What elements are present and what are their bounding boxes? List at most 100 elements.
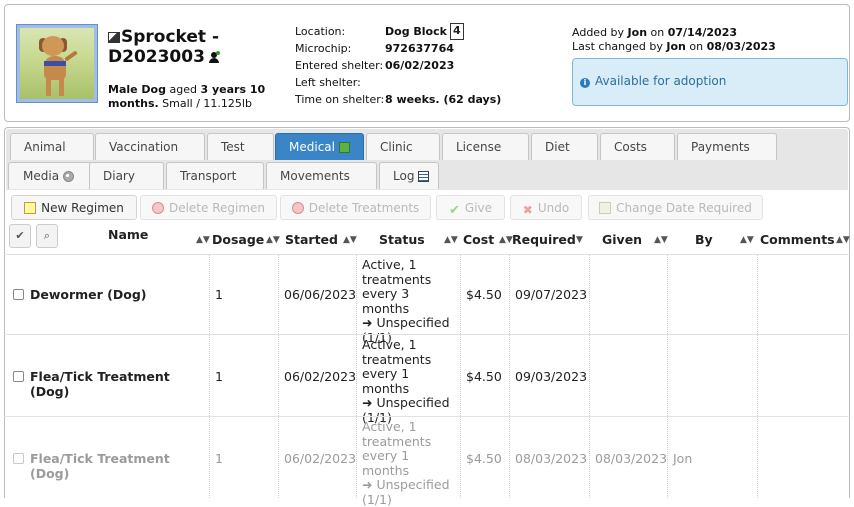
status-line: every 3 months (362, 287, 460, 316)
tab-test[interactable]: Test (207, 133, 274, 160)
sex-species: Male Dog (108, 83, 166, 96)
cell-by (667, 255, 757, 334)
row-checkbox[interactable] (13, 289, 24, 300)
cell-started: 06/06/2023 (278, 255, 356, 334)
tab-vaccination[interactable]: Vaccination (95, 133, 205, 160)
tab-diary[interactable]: Diary (89, 162, 164, 189)
column-header-name[interactable]: Name (108, 227, 148, 257)
animal-photo[interactable] (16, 24, 98, 103)
x-icon: ✖ (523, 203, 533, 215)
delete-regimen-button[interactable]: Delete Regimen (140, 195, 277, 220)
table-row[interactable]: Flea/Tick Treatment (Dog) 1 06/02/2023 A… (4, 334, 850, 416)
required-value: 09/07/2023 (515, 287, 587, 302)
tab-label: Test (221, 140, 245, 154)
status-line: treatments (362, 435, 460, 450)
new-regimen-button[interactable]: New Regimen (11, 195, 137, 220)
log-icon (418, 171, 429, 182)
treatment-name[interactable]: Flea/Tick Treatment (Dog) (30, 451, 209, 481)
status-line: (1/1) (362, 493, 460, 507)
added-prefix: Added by (572, 26, 624, 39)
column-by-label: By (695, 232, 713, 247)
person-check-icon (209, 52, 219, 63)
cell-status: Active, 1 treatments every 1 months ➜ Un… (356, 335, 460, 416)
table-row[interactable]: Flea/Tick Treatment (Dog) 1 06/02/2023 A… (4, 416, 850, 498)
filter-search-button[interactable]: ⌕ (36, 224, 58, 248)
column-cost-label: Cost (463, 232, 494, 247)
tab-costs[interactable]: Costs (600, 133, 675, 160)
row-checkbox[interactable] (13, 371, 24, 382)
changed-prefix: Last changed by (572, 40, 663, 53)
row-checkbox[interactable] (13, 453, 24, 464)
delete-treatments-button[interactable]: Delete Treatments (280, 195, 431, 220)
delete-regimen-label: Delete Regimen (169, 201, 265, 215)
entered-shelter-label: Entered shelter: (295, 57, 385, 74)
column-started-label: Started (285, 232, 338, 247)
entered-shelter-value: 06/02/2023 (385, 57, 454, 74)
location-value[interactable]: Dog Block (385, 23, 447, 40)
tab-payments[interactable]: Payments (677, 133, 777, 160)
microchip-label: Microchip: (295, 40, 385, 57)
tab-clinic[interactable]: Clinic (366, 133, 440, 160)
delete-treatments-label: Delete Treatments (309, 201, 420, 215)
table-row[interactable]: Dewormer (Dog) 1 06/06/2023 Active, 1 tr… (4, 254, 850, 334)
cost-value: $4.50 (466, 451, 502, 466)
location-unit-badge: 4 (450, 23, 464, 40)
tab-media[interactable]: Media (8, 162, 92, 189)
info-icon: i (580, 78, 590, 88)
tab-label: Media (23, 169, 59, 183)
cell-given (589, 335, 667, 416)
sort-arrows-icon: ▲▼ (499, 235, 513, 245)
tab-transport[interactable]: Transport (166, 162, 264, 189)
treatment-name[interactable]: Dewormer (Dog) (30, 287, 147, 302)
status-line: ➜ Unspecified (362, 396, 460, 411)
new-regimen-label: New Regimen (41, 201, 124, 215)
sort-arrows-icon: ▲▼ (740, 235, 754, 245)
tab-diet[interactable]: Diet (531, 133, 598, 160)
column-required-label: Required (512, 232, 576, 247)
status-line: Active, 1 (362, 420, 460, 435)
cell-status: Active, 1 treatments every 1 months ➜ Un… (356, 417, 460, 498)
change-date-label: Change Date Required (616, 201, 752, 215)
tab-label: Clinic (380, 140, 413, 154)
size-weight: Small / 11.125lb (162, 97, 252, 110)
sort-arrows-icon: ▲▼ (196, 235, 210, 245)
aged-word: aged (170, 83, 197, 96)
tab-label: Diary (103, 169, 135, 183)
status-line: Active, 1 (362, 258, 460, 273)
cell-required: 09/03/2023 (509, 335, 589, 416)
cost-value: $4.50 (466, 369, 502, 384)
tab-label: Vaccination (109, 140, 178, 154)
tab-license[interactable]: License (442, 133, 529, 160)
undo-button[interactable]: ✖Undo (510, 195, 582, 220)
give-button[interactable]: ✔Give (436, 195, 505, 220)
cell-required: 09/07/2023 (509, 255, 589, 334)
treatment-name[interactable]: Flea/Tick Treatment (Dog) (30, 369, 209, 399)
started-value: 06/02/2023 (284, 369, 356, 384)
column-given-label: Given (602, 232, 642, 247)
cell-name: Dewormer (Dog) (25, 255, 209, 334)
status-line: ➜ Unspecified (362, 478, 460, 493)
tab-log[interactable]: Log (379, 162, 439, 189)
select-all-button[interactable]: ✔ (9, 224, 31, 248)
location-label: Location: (295, 23, 385, 40)
adoption-status-box: iAvailable for adoption (572, 58, 848, 106)
tab-medical[interactable]: Medical (275, 133, 364, 160)
tab-movements[interactable]: Movements (266, 162, 377, 189)
animal-header: Sprocket - D2023003 Male Dog aged 3 year… (4, 4, 850, 122)
give-label: Give (465, 201, 492, 215)
column-dosage-label: Dosage (212, 232, 264, 247)
tab-label: Costs (614, 140, 647, 154)
column-name-label: Name (108, 227, 148, 242)
animal-name: Sprocket - D2023003 (108, 27, 219, 67)
new-document-icon (24, 202, 36, 214)
tab-label: License (456, 140, 501, 154)
status-line: every 1 months (362, 449, 460, 478)
by-value: Jon (673, 451, 692, 466)
change-date-required-button[interactable]: Change Date Required (588, 195, 763, 220)
cell-dosage: 1 (209, 255, 278, 334)
column-status-label: Status (379, 232, 425, 247)
sort-descending-icon: ▼ (576, 235, 583, 245)
left-shelter-label: Left shelter: (295, 74, 385, 91)
tab-animal[interactable]: Animal (10, 133, 94, 160)
column-comments-label: Comments (760, 232, 835, 247)
